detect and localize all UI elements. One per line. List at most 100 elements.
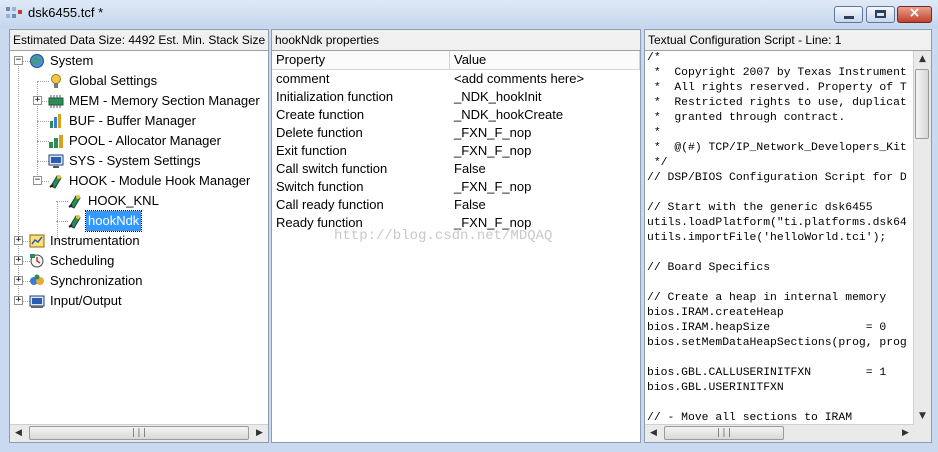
column-header-property[interactable]: Property <box>272 51 450 69</box>
property-name: Initialization function <box>276 89 394 104</box>
tree-item-label: MEM - Memory Section Manager <box>69 93 260 108</box>
tree-item-label: SYS - System Settings <box>69 153 201 168</box>
scroll-right-icon[interactable]: ▶ <box>897 425 914 442</box>
property-name: Delete function <box>276 125 363 140</box>
script-pane: Textual Configuration Script - Line: 1 /… <box>644 29 932 443</box>
tree-item-label: HOOK_KNL <box>88 193 159 208</box>
script-editor[interactable]: /* * Copyright 2007 by Texas Instrument … <box>647 51 913 425</box>
code-line: utils.loadPlatform("ti.platforms.dsk64 <box>647 217 907 229</box>
hook-icon <box>68 215 81 229</box>
code-line: * Copyright 2007 by Texas Instrument <box>647 67 907 79</box>
script-vertical-scrollbar[interactable]: ▲ ▼ <box>913 51 931 425</box>
code-line: * <box>647 127 661 139</box>
tree-item-instrumentation[interactable]: + Instrumentation <box>10 231 268 251</box>
expand-icon[interactable]: + <box>14 276 23 285</box>
tree-item-system[interactable]: − System <box>10 51 268 71</box>
property-row[interactable]: Call ready function False <box>272 196 640 214</box>
property-name: Exit function <box>276 143 347 158</box>
watermark: http://blog.csdn.net/MDQAQ <box>334 228 553 244</box>
code-line: utils.importFile('helloWorld.tci'); <box>647 232 887 244</box>
minimize-icon <box>844 16 854 19</box>
property-row[interactable]: Exit function _FXN_F_nop <box>272 142 640 160</box>
property-value[interactable]: <add comments here> <box>450 70 584 88</box>
hook-icon <box>49 175 62 189</box>
tree-item-pool-allocator-manager[interactable]: POOL - Allocator Manager <box>10 131 268 151</box>
tree-item-label: POOL - Allocator Manager <box>69 133 221 148</box>
property-name: comment <box>276 71 330 86</box>
property-value[interactable]: False <box>450 160 486 178</box>
title-bar: dsk6455.tcf * × <box>0 0 938 28</box>
expand-icon[interactable]: + <box>14 256 23 265</box>
script-horizontal-scrollbar[interactable]: ◀ ||| ▶ <box>645 424 914 442</box>
tree-horizontal-scrollbar[interactable]: ◀ ||| ▶ <box>10 424 268 442</box>
tree-item-buf-buffer-manager[interactable]: BUF - Buffer Manager <box>10 111 268 131</box>
scroll-thumb[interactable] <box>915 69 929 139</box>
tree-item-global-settings[interactable]: Global Settings <box>10 71 268 91</box>
scroll-up-icon[interactable]: ▲ <box>914 51 931 68</box>
code-line: // DSP/BIOS Configuration Script for D <box>647 172 907 184</box>
close-button[interactable]: × <box>897 5 932 23</box>
expand-icon[interactable]: + <box>14 296 23 305</box>
tree-item-scheduling[interactable]: + Scheduling <box>10 251 268 271</box>
expand-icon[interactable]: + <box>14 236 23 245</box>
globe-icon <box>30 54 44 68</box>
code-line: bios.IRAM.createHeap <box>647 307 784 319</box>
tree-item-hook-knl[interactable]: HOOK_KNL <box>10 191 268 211</box>
scheduling-icon <box>30 254 44 268</box>
property-row[interactable]: Call switch function False <box>272 160 640 178</box>
property-value[interactable]: _FXN_F_nop <box>450 142 531 160</box>
io-icon <box>29 295 45 308</box>
property-name: Create function <box>276 107 365 122</box>
config-tree-pane: Estimated Data Size: 4492 Est. Min. Stac… <box>9 29 269 443</box>
code-line: * All rights reserved. Property of T <box>647 82 907 94</box>
property-value[interactable]: _NDK_hookCreate <box>450 106 563 124</box>
property-row[interactable]: Switch function _FXN_F_nop <box>272 178 640 196</box>
tree-item-label: hookNdk <box>84 210 143 232</box>
code-line: bios.setMemDataHeapSections(prog, prog <box>647 337 907 349</box>
property-value[interactable]: _FXN_F_nop <box>450 124 531 142</box>
settings-icon <box>51 74 61 88</box>
tree-item-mem-memory-section-manager[interactable]: + MEM - Memory Section Manager <box>10 91 268 111</box>
property-row[interactable]: Create function _NDK_hookCreate <box>272 106 640 124</box>
scroll-thumb[interactable]: ||| <box>664 426 784 440</box>
pool-icon <box>49 135 63 148</box>
column-header-value[interactable]: Value <box>450 51 640 69</box>
property-row[interactable]: comment <add comments here> <box>272 70 640 88</box>
scroll-left-icon[interactable]: ◀ <box>645 425 662 442</box>
instrumentation-icon <box>29 234 45 248</box>
maximize-button[interactable] <box>866 6 895 23</box>
scroll-thumb[interactable]: ||| <box>29 426 249 440</box>
properties-header: hookNdk properties <box>272 30 640 51</box>
code-line: /* <box>647 52 661 64</box>
property-value[interactable]: _NDK_hookInit <box>450 88 541 106</box>
code-line: * Restricted rights to use, duplicat <box>647 97 907 109</box>
tree-item-synchronization[interactable]: + Synchronization <box>10 271 268 291</box>
code-line: // Board Specifics <box>647 262 771 274</box>
tree-item-label: Scheduling <box>50 253 115 268</box>
expand-icon[interactable]: + <box>33 96 42 105</box>
tree-item-hook-module-hook-manager[interactable]: − HOOK - Module Hook Manager <box>10 171 268 191</box>
window-title: dsk6455.tcf * <box>28 5 104 20</box>
tree-item-label: System <box>50 53 94 68</box>
tree-item-input-output[interactable]: + Input/Output <box>10 291 268 311</box>
properties-pane: hookNdk properties Property Value commen… <box>271 29 641 443</box>
code-line: * granted through contract. <box>647 112 846 124</box>
tree-item-sys-system-settings[interactable]: SYS - System Settings <box>10 151 268 171</box>
tree-item-label: BUF - Buffer Manager <box>69 113 196 128</box>
tree-item-label: HOOK - Module Hook Manager <box>69 173 251 188</box>
property-row[interactable]: Initialization function _NDK_hookInit <box>272 88 640 106</box>
minimize-button[interactable] <box>834 6 863 23</box>
code-line: // - Move all sections to IRAM <box>647 412 853 424</box>
collapse-icon[interactable]: − <box>14 56 23 65</box>
collapse-icon[interactable]: − <box>33 176 42 185</box>
scroll-down-icon[interactable]: ▼ <box>914 408 931 425</box>
property-name: Call switch function <box>276 161 388 176</box>
property-value[interactable]: _FXN_F_nop <box>450 178 531 196</box>
property-row[interactable]: Delete function _FXN_F_nop <box>272 124 640 142</box>
scroll-left-icon[interactable]: ◀ <box>10 425 27 442</box>
scroll-right-icon[interactable]: ▶ <box>251 425 268 442</box>
tree-item-hookndk[interactable]: hookNdk <box>10 210 268 232</box>
code-line: bios.IRAM.heapSize = 0 <box>647 322 887 334</box>
memory-icon <box>48 95 64 108</box>
property-value[interactable]: False <box>450 196 486 214</box>
